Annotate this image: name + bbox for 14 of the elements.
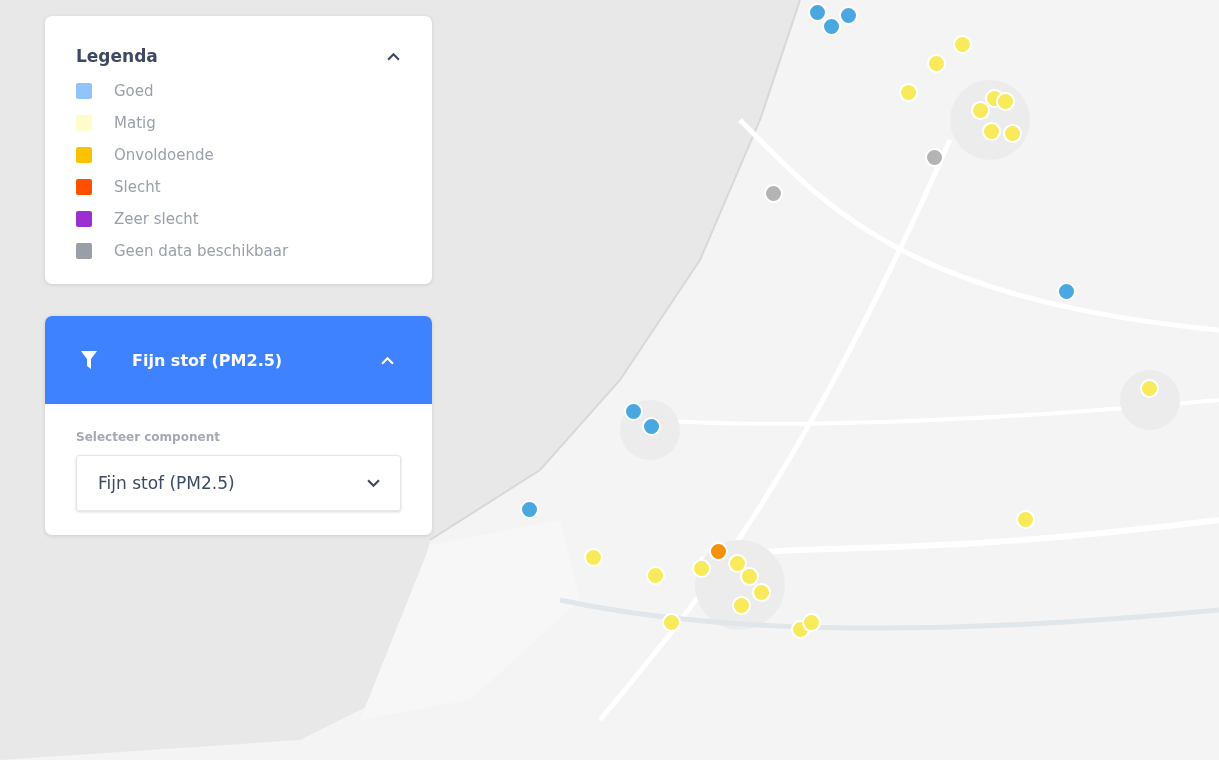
- legend-label: Zeer slecht: [114, 210, 199, 228]
- field-label: Selecteer component: [76, 430, 221, 444]
- legend-label: Goed: [114, 82, 154, 100]
- legend-label: Onvoldoende: [114, 146, 214, 164]
- caret-icon: [367, 478, 380, 488]
- filter-title: Fijn stof (PM2.5): [132, 350, 284, 370]
- legend-title: Legenda: [76, 46, 158, 66]
- filter-header[interactable]: Fijn stof (PM2.5): [45, 316, 432, 404]
- legend-label: Geen data beschikbaar: [114, 242, 289, 260]
- component-select[interactable]: Fijn stof (PM2.5): [76, 455, 401, 511]
- collapse-icon[interactable]: [387, 51, 400, 61]
- legend-label: Slecht: [114, 178, 161, 196]
- filter-icon: [81, 351, 97, 369]
- legend-label: Matig: [114, 114, 156, 132]
